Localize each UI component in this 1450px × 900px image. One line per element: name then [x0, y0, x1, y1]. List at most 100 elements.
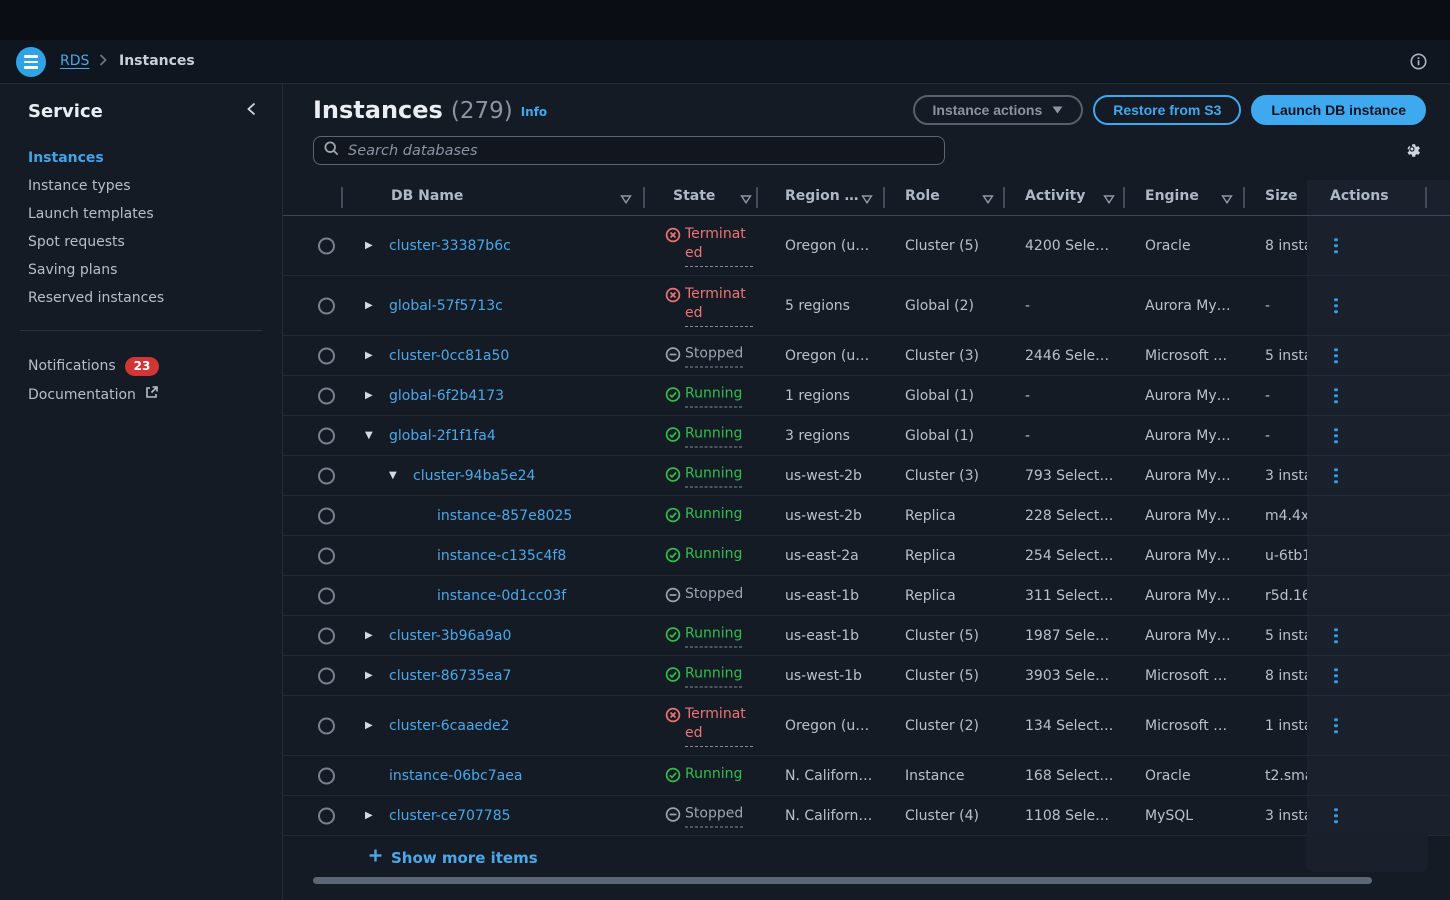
row-actions-kebab-icon[interactable] [1331, 385, 1341, 407]
instance-actions-button[interactable]: Instance actions [913, 95, 1084, 125]
menu-hamburger-button[interactable] [16, 47, 46, 77]
db-name-link[interactable]: cluster-0cc81a50 [389, 348, 509, 364]
db-name-link[interactable]: cluster-6caaede2 [389, 718, 510, 734]
state-value[interactable]: Running [685, 505, 742, 527]
state-value[interactable]: Running [685, 424, 742, 447]
search-box[interactable] [313, 136, 945, 165]
state-value[interactable]: Terminated [685, 225, 753, 267]
row-radio-button[interactable] [318, 627, 335, 644]
expand-toggle-icon[interactable]: ▶ [365, 300, 389, 311]
state-value[interactable]: Stopped [685, 344, 743, 367]
row-actions-kebab-icon[interactable] [1331, 425, 1341, 447]
horizontal-scrollbar[interactable] [313, 877, 1372, 884]
state-value[interactable]: Running [685, 464, 742, 487]
state-value[interactable]: Terminated [685, 705, 753, 747]
row-radio-button[interactable] [318, 767, 335, 784]
sidebar-item-documentation[interactable]: Documentation [28, 381, 159, 410]
row-actions-kebab-icon[interactable] [1331, 295, 1341, 317]
launch-db-instance-button[interactable]: Launch DB instance [1251, 95, 1426, 125]
column-divider[interactable] [756, 187, 758, 208]
state-value[interactable]: Running [685, 384, 742, 407]
row-actions-kebab-icon[interactable] [1331, 465, 1341, 487]
db-name-link[interactable]: global-2f1f1fa4 [389, 428, 496, 444]
sort-icon[interactable] [982, 192, 994, 208]
db-name-link[interactable]: cluster-ce707785 [389, 808, 511, 824]
column-header-region[interactable]: Region … [785, 188, 859, 204]
column-divider[interactable] [1123, 187, 1125, 208]
sort-icon[interactable] [620, 192, 632, 208]
expand-toggle-icon[interactable]: ▶ [365, 720, 389, 731]
sidebar-item-spot-requests[interactable]: Spot requests [28, 228, 164, 256]
sidebar-collapse-icon[interactable] [247, 102, 256, 120]
row-radio-button[interactable] [318, 297, 335, 314]
db-name-link[interactable]: cluster-86735ea7 [389, 668, 511, 684]
row-radio-button[interactable] [318, 807, 335, 824]
sidebar-item-instance-types[interactable]: Instance types [28, 172, 164, 200]
row-radio-button[interactable] [318, 347, 335, 364]
db-name-link[interactable]: instance-06bc7aea [389, 768, 522, 784]
row-actions-kebab-icon[interactable] [1331, 235, 1341, 257]
row-radio-button[interactable] [318, 237, 335, 254]
sidebar-item-saving-plans[interactable]: Saving plans [28, 256, 164, 284]
nav-info-icon[interactable] [1410, 53, 1427, 74]
expand-toggle-icon[interactable]: ▶ [365, 630, 389, 641]
row-radio-button[interactable] [318, 387, 335, 404]
sidebar-item-launch-templates[interactable]: Launch templates [28, 200, 164, 228]
restore-from-s3-button[interactable]: Restore from S3 [1093, 95, 1241, 125]
column-header-db-name[interactable]: DB Name [391, 188, 463, 204]
state-value[interactable]: Stopped [685, 804, 743, 827]
column-divider[interactable] [883, 187, 885, 208]
breadcrumb-rds-link[interactable]: RDS [60, 53, 89, 69]
sort-icon[interactable] [1103, 192, 1115, 208]
column-divider[interactable] [643, 187, 645, 208]
expand-toggle-icon[interactable]: ▼ [365, 430, 389, 441]
row-radio-button[interactable] [318, 507, 335, 524]
expand-toggle-icon[interactable]: ▶ [365, 390, 389, 401]
sidebar-item-instances[interactable]: Instances [28, 144, 164, 172]
sidebar-item-notifications[interactable]: Notifications 23 [28, 352, 159, 381]
column-header-role[interactable]: Role [905, 188, 940, 204]
row-actions-kebab-icon[interactable] [1331, 805, 1341, 827]
row-radio-button[interactable] [318, 667, 335, 684]
state-value[interactable]: Terminated [685, 285, 753, 327]
row-actions-kebab-icon[interactable] [1331, 665, 1341, 687]
table-settings-gear-icon[interactable] [1403, 140, 1421, 162]
db-name-link[interactable]: instance-0d1cc03f [437, 588, 566, 604]
sort-icon[interactable] [1221, 192, 1233, 208]
state-value[interactable]: Stopped [685, 585, 743, 607]
row-radio-button[interactable] [318, 427, 335, 444]
db-name-link[interactable]: global-57f5713c [389, 298, 503, 314]
sidebar-item-reserved-instances[interactable]: Reserved instances [28, 284, 164, 312]
column-divider[interactable] [1003, 187, 1005, 208]
row-actions-kebab-icon[interactable] [1331, 345, 1341, 367]
expand-toggle-icon[interactable]: ▶ [365, 670, 389, 681]
db-name-link[interactable]: instance-857e8025 [437, 508, 572, 524]
expand-toggle-icon[interactable]: ▶ [365, 240, 389, 251]
row-radio-button[interactable] [318, 547, 335, 564]
state-value[interactable]: Running [685, 545, 742, 567]
search-input[interactable] [348, 143, 934, 159]
sort-icon[interactable] [861, 192, 873, 208]
row-actions-kebab-icon[interactable] [1331, 715, 1341, 737]
state-value[interactable]: Running [685, 765, 742, 787]
db-name-link[interactable]: cluster-3b96a9a0 [389, 628, 511, 644]
row-radio-button[interactable] [318, 587, 335, 604]
column-header-engine[interactable]: Engine [1145, 188, 1199, 204]
column-header-activity[interactable]: Activity [1025, 188, 1085, 204]
info-link[interactable]: Info [521, 105, 547, 119]
show-more-items-button[interactable]: Show more items [368, 848, 538, 867]
column-header-state[interactable]: State [673, 188, 715, 204]
db-name-link[interactable]: cluster-94ba5e24 [413, 468, 535, 484]
row-actions-kebab-icon[interactable] [1331, 625, 1341, 647]
state-value[interactable]: Running [685, 624, 742, 647]
expand-toggle-icon[interactable]: ▶ [365, 350, 389, 361]
db-name-link[interactable]: global-6f2b4173 [389, 388, 504, 404]
expand-toggle-icon[interactable]: ▼ [389, 470, 413, 481]
db-name-link[interactable]: instance-c135c4f8 [437, 548, 566, 564]
expand-toggle-icon[interactable]: ▶ [365, 810, 389, 821]
state-value[interactable]: Running [685, 664, 742, 687]
sort-icon[interactable] [740, 192, 752, 208]
row-radio-button[interactable] [318, 717, 335, 734]
row-radio-button[interactable] [318, 467, 335, 484]
column-divider[interactable] [1243, 187, 1245, 208]
